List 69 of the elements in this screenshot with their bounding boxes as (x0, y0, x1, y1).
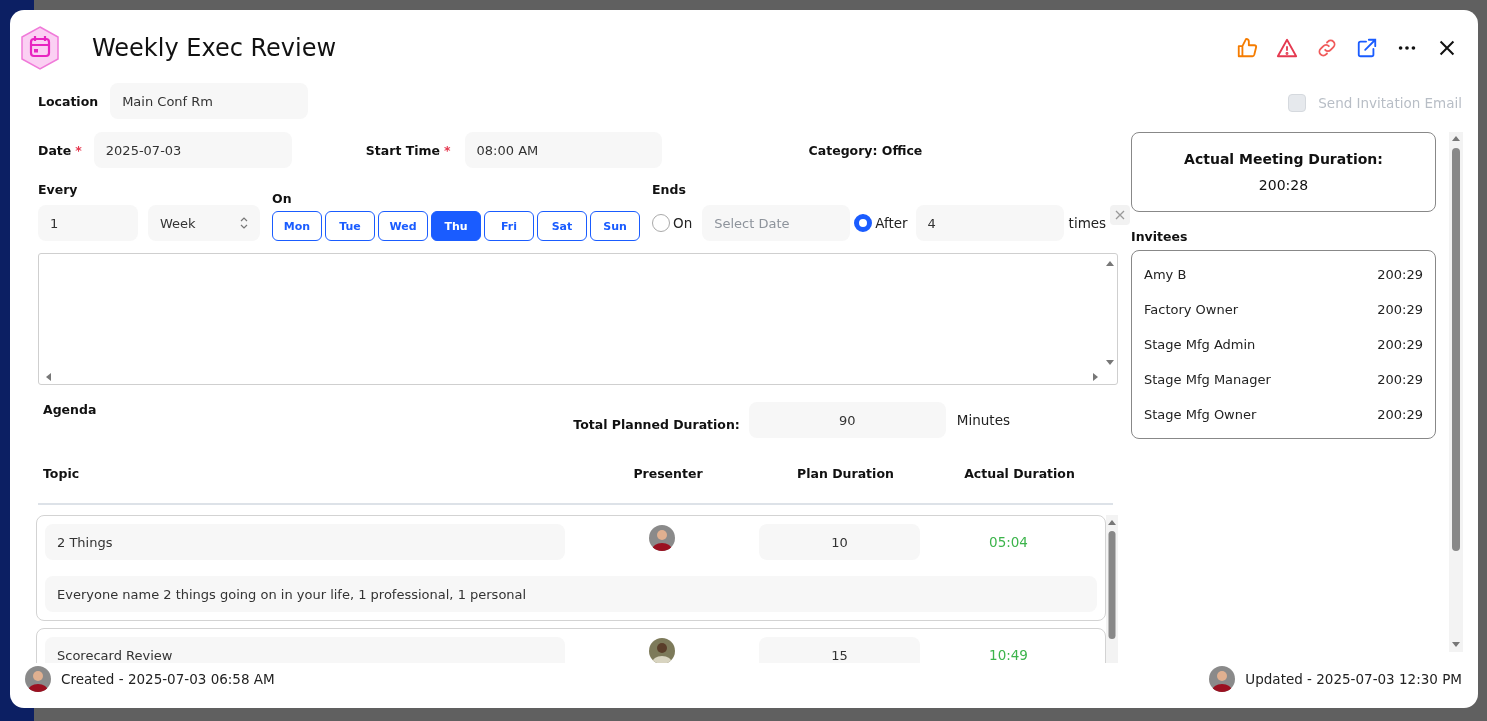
column-header: Plan Duration (796, 466, 895, 482)
agenda-label: Agenda (43, 402, 97, 418)
invitee-time: 200:29 (1377, 302, 1423, 318)
on-label: On (272, 191, 293, 207)
invitee-name: Stage Mfg Manager (1144, 372, 1271, 388)
updated-info: Updated - 2025-07-03 12:30 PM (1245, 671, 1462, 688)
clear-icon[interactable] (1110, 205, 1131, 226)
total-duration-field[interactable]: 90 (748, 402, 946, 439)
radio-button[interactable] (854, 214, 873, 233)
checkbox-label: Send Invitation Email (1318, 95, 1462, 112)
calendar-icon (20, 26, 60, 71)
topic-field[interactable]: Scorecard Review (45, 637, 565, 664)
created-info: Created - 2025-07-03 06:58 AM (61, 671, 275, 688)
unit-select[interactable]: Week (148, 205, 260, 242)
topic-field[interactable]: 2 Things (45, 524, 565, 561)
duration-label: Actual Meeting Duration: (1184, 151, 1383, 168)
day-toggle[interactable]: Thu (431, 211, 481, 242)
column-header: Actual Duration (963, 466, 1076, 482)
avatar (649, 638, 675, 664)
day-toggle[interactable]: Sun (590, 211, 640, 242)
invitee-name: Factory Owner (1144, 302, 1239, 318)
column-header: Topic (43, 466, 81, 482)
radio-label: On (673, 215, 693, 232)
invitees-label: Invitees (1131, 229, 1189, 245)
location-field[interactable]: Main Conf Rm (110, 83, 309, 120)
avatar (649, 525, 675, 552)
interval-field[interactable]: 1 (38, 205, 138, 242)
scrollbar[interactable] (1449, 132, 1463, 653)
avatar (1209, 666, 1236, 693)
invitee-time: 200:29 (1377, 407, 1423, 423)
actual-duration: 05:04 (988, 534, 1029, 551)
day-toggle[interactable]: Sat (537, 211, 587, 242)
total-duration-label: Total Planned Duration: (573, 416, 740, 432)
invitee-name: Stage Mfg Admin (1144, 337, 1256, 353)
date-label: Date * (38, 142, 82, 158)
every-label: Every (38, 182, 79, 198)
start-time-field[interactable]: 08:00 AM (464, 132, 662, 169)
warning-icon[interactable] (1276, 37, 1298, 60)
day-toggle[interactable]: Fri (484, 211, 534, 242)
plan-duration-field[interactable]: 10 (759, 524, 920, 561)
duration-value: 200:28 (1258, 177, 1309, 194)
notes-field[interactable] (38, 253, 1118, 386)
invitee-name: Stage Mfg Owner (1144, 407, 1257, 423)
invitee-time: 200:29 (1377, 337, 1423, 353)
actual-duration: 10:49 (988, 647, 1029, 664)
invitee-name: Amy B (1144, 267, 1187, 283)
avatar (25, 666, 51, 693)
ends-label: Ends (652, 182, 687, 198)
date-field[interactable]: 2025-07-03 (93, 132, 292, 169)
invitee-time: 200:29 (1377, 372, 1423, 388)
plan-duration-field[interactable]: 15 (759, 637, 920, 664)
radio-label: After (875, 215, 908, 232)
column-header: Presenter (632, 466, 704, 482)
day-toggle[interactable]: Tue (325, 211, 375, 242)
day-toggle[interactable]: Wed (378, 211, 428, 242)
radio-button[interactable] (652, 214, 670, 233)
times-label: times (1068, 215, 1107, 232)
count-field[interactable]: 4 (915, 205, 1064, 242)
chevron-icon (240, 217, 248, 230)
description-field[interactable]: Everyone name 2 things going on in your life, 1 professional, 1 personal (45, 576, 1097, 613)
location-label: Location (38, 93, 99, 109)
dialog-title: Weekly Exec Review (92, 34, 338, 63)
external-link-icon[interactable] (1356, 37, 1378, 60)
invitee-time: 200:29 (1377, 267, 1423, 283)
minutes-label: Minutes (956, 412, 1010, 429)
day-toggle[interactable]: Mon (272, 211, 322, 242)
start-time-label: Start Time * (365, 142, 451, 158)
thumbs-up-icon[interactable] (1236, 37, 1258, 60)
category-label: Category: Office (808, 142, 923, 158)
